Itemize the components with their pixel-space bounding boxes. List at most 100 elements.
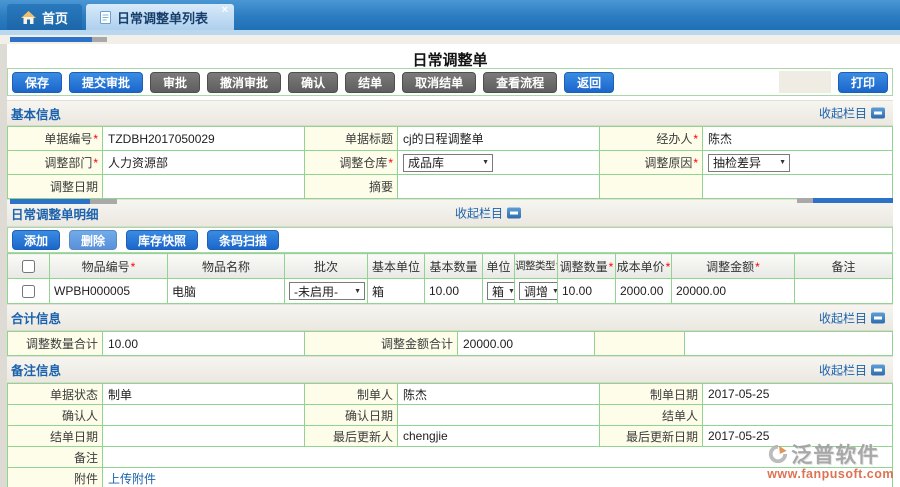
save-button[interactable]: 保存 [12, 72, 62, 93]
total-amount-value: 20000.00 [458, 332, 595, 356]
remarks-collapse-link[interactable]: 收起栏目 [819, 361, 885, 378]
cancel-close-order-button[interactable]: 取消结单 [402, 72, 476, 93]
warehouse-select[interactable]: 成品库 ▼ [403, 154, 493, 172]
reason-select[interactable]: 抽检差异 ▼ [708, 154, 790, 172]
total-qty-label-cell: 调整数量合计 [8, 332, 103, 356]
total-amount-label: 调整金额合计 [381, 337, 453, 351]
item-name-value[interactable]: 电脑 [168, 279, 285, 304]
collapse-icon [507, 208, 521, 219]
inventory-snapshot-button[interactable]: 库存快照 [126, 230, 198, 250]
tab-home-label: 首页 [42, 8, 68, 27]
batch-cell: -未启用- ▼ [285, 279, 368, 304]
app-window: 首页 日常调整单列表 × 日常调整单 保存 提交审批 审批 撤消审批 确认 结单 [0, 0, 900, 487]
loading-bar [10, 199, 117, 204]
required-mark: * [693, 156, 698, 170]
warehouse-label: 调整仓库 [339, 156, 387, 170]
delete-button[interactable]: 删除 [69, 230, 117, 250]
collapse-icon [871, 312, 885, 323]
col-unit: 单位 [483, 254, 515, 279]
remarks-table: 单据状态 制单 制单人 陈杰 制单日期 2017-05-25 确认人 确认日期 … [7, 383, 893, 487]
approve-button[interactable]: 审批 [150, 72, 200, 93]
view-process-button[interactable]: 查看流程 [483, 72, 557, 93]
col-unit-label: 单位 [486, 260, 510, 274]
tab-adjustment-list[interactable]: 日常调整单列表 × [86, 4, 234, 30]
item-no-value[interactable]: WPBH000005 [50, 279, 168, 304]
creator-label: 制单人 [357, 388, 393, 402]
totals-row: 调整数量合计 10.00 调整金额合计 20000.00 [8, 332, 893, 356]
empty-value-cell [685, 332, 893, 356]
col-base-qty-label: 基本数量 [429, 260, 477, 274]
required-mark: * [666, 260, 671, 274]
summary-value[interactable] [398, 175, 600, 199]
doc-no-label: 单据编号 [44, 132, 92, 146]
handler-value[interactable]: 陈杰 [703, 127, 893, 151]
add-button[interactable]: 添加 [12, 230, 60, 250]
close-order-button[interactable]: 结单 [345, 72, 395, 93]
doc-no-value[interactable]: TZDBH2017050029 [103, 127, 305, 151]
col-unit-cost-label: 成本单价 [617, 260, 665, 274]
loading-bar [797, 198, 893, 203]
detail-toolbar: 添加 删除 库存快照 条码扫描 [7, 227, 893, 253]
attachment-cell: 上传附件 [103, 468, 893, 487]
col-unit-cost: 成本单价* [616, 254, 672, 279]
loading-strip [0, 35, 900, 44]
empty-label-cell [600, 175, 703, 199]
batch-select[interactable]: -未启用- ▼ [289, 282, 365, 300]
adj-qty-value[interactable]: 10.00 [558, 279, 616, 304]
col-adj-amount: 调整金额* [672, 254, 795, 279]
last-update-date-label: 最后更新日期 [626, 430, 698, 444]
status-label: 单据状态 [50, 388, 98, 402]
close-icon[interactable]: × [222, 5, 228, 16]
tab-bar: 首页 日常调整单列表 × [0, 0, 900, 30]
doc-title-value[interactable]: cj的日程调整单 [398, 127, 600, 151]
summary-label-cell: 摘要 [305, 175, 398, 199]
select-all-checkbox[interactable] [22, 260, 35, 273]
handler-label-cell: 经办人* [600, 127, 703, 151]
barcode-scan-button[interactable]: 条码扫描 [207, 230, 279, 250]
table-row: WPBH000005 电脑 -未启用- ▼ 箱 10.00 箱 ▼ 调增 ▼ [8, 279, 893, 304]
detail-header: 日常调整单明细 收起栏目 [7, 199, 893, 227]
main-toolbar: 保存 提交审批 审批 撤消审批 确认 结单 取消结单 查看流程 返回 打印 [7, 68, 893, 96]
back-button[interactable]: 返回 [564, 72, 614, 93]
total-qty-label: 调整数量合计 [26, 337, 98, 351]
detail-collapse-link[interactable]: 收起栏目 [455, 205, 521, 222]
totals-collapse-link[interactable]: 收起栏目 [819, 309, 885, 326]
remarks-row-5: 附件 上传附件 [8, 468, 893, 487]
base-qty-value: 10.00 [425, 279, 483, 304]
creator-value: 陈杰 [398, 384, 600, 405]
revoke-approval-button[interactable]: 撤消审批 [207, 72, 281, 93]
tab-home[interactable]: 首页 [7, 4, 82, 30]
col-adj-type: 调整类型* [515, 254, 558, 279]
chevron-down-icon: ▼ [482, 159, 489, 166]
basic-collapse-link[interactable]: 收起栏目 [819, 105, 885, 122]
required-mark: * [93, 132, 98, 146]
unit-cost-value[interactable]: 2000.00 [616, 279, 672, 304]
upload-attachment-link[interactable]: 上传附件 [108, 472, 156, 486]
unit-select[interactable]: 箱 ▼ [487, 282, 515, 300]
remarks-row-3: 结单日期 最后更新人 chengjie 最后更新日期 2017-05-25 [8, 426, 893, 447]
status-value: 制单 [103, 384, 305, 405]
confirmer-label: 确认人 [62, 409, 98, 423]
print-button[interactable]: 打印 [838, 72, 888, 93]
remark-value[interactable] [103, 447, 893, 468]
col-item-name-label: 物品名称 [202, 260, 250, 274]
basic-row-3: 调整日期 摘要 [8, 175, 893, 199]
adj-type-select[interactable]: 调增 ▼ [519, 282, 558, 300]
row-remark-value[interactable] [795, 279, 893, 304]
loading-bar-tail [797, 198, 813, 203]
row-select-cell [8, 279, 50, 304]
adj-amount-value[interactable]: 20000.00 [672, 279, 795, 304]
doc-no-label-cell: 单据编号* [8, 127, 103, 151]
empty-value-cell [703, 175, 893, 199]
confirm-button[interactable]: 确认 [288, 72, 338, 93]
col-base-unit-label: 基本单位 [372, 260, 420, 274]
dept-value[interactable]: 人力资源部 [103, 151, 305, 175]
adj-date-value[interactable] [103, 175, 305, 199]
submit-approval-button[interactable]: 提交审批 [69, 72, 143, 93]
handler-label: 经办人 [656, 132, 692, 146]
last-updater-value: chengjie [398, 426, 600, 447]
row-checkbox[interactable] [22, 285, 35, 298]
remark-label: 备注 [74, 451, 98, 465]
dept-label-cell: 调整部门* [8, 151, 103, 175]
totals-table: 调整数量合计 10.00 调整金额合计 20000.00 [7, 331, 893, 356]
